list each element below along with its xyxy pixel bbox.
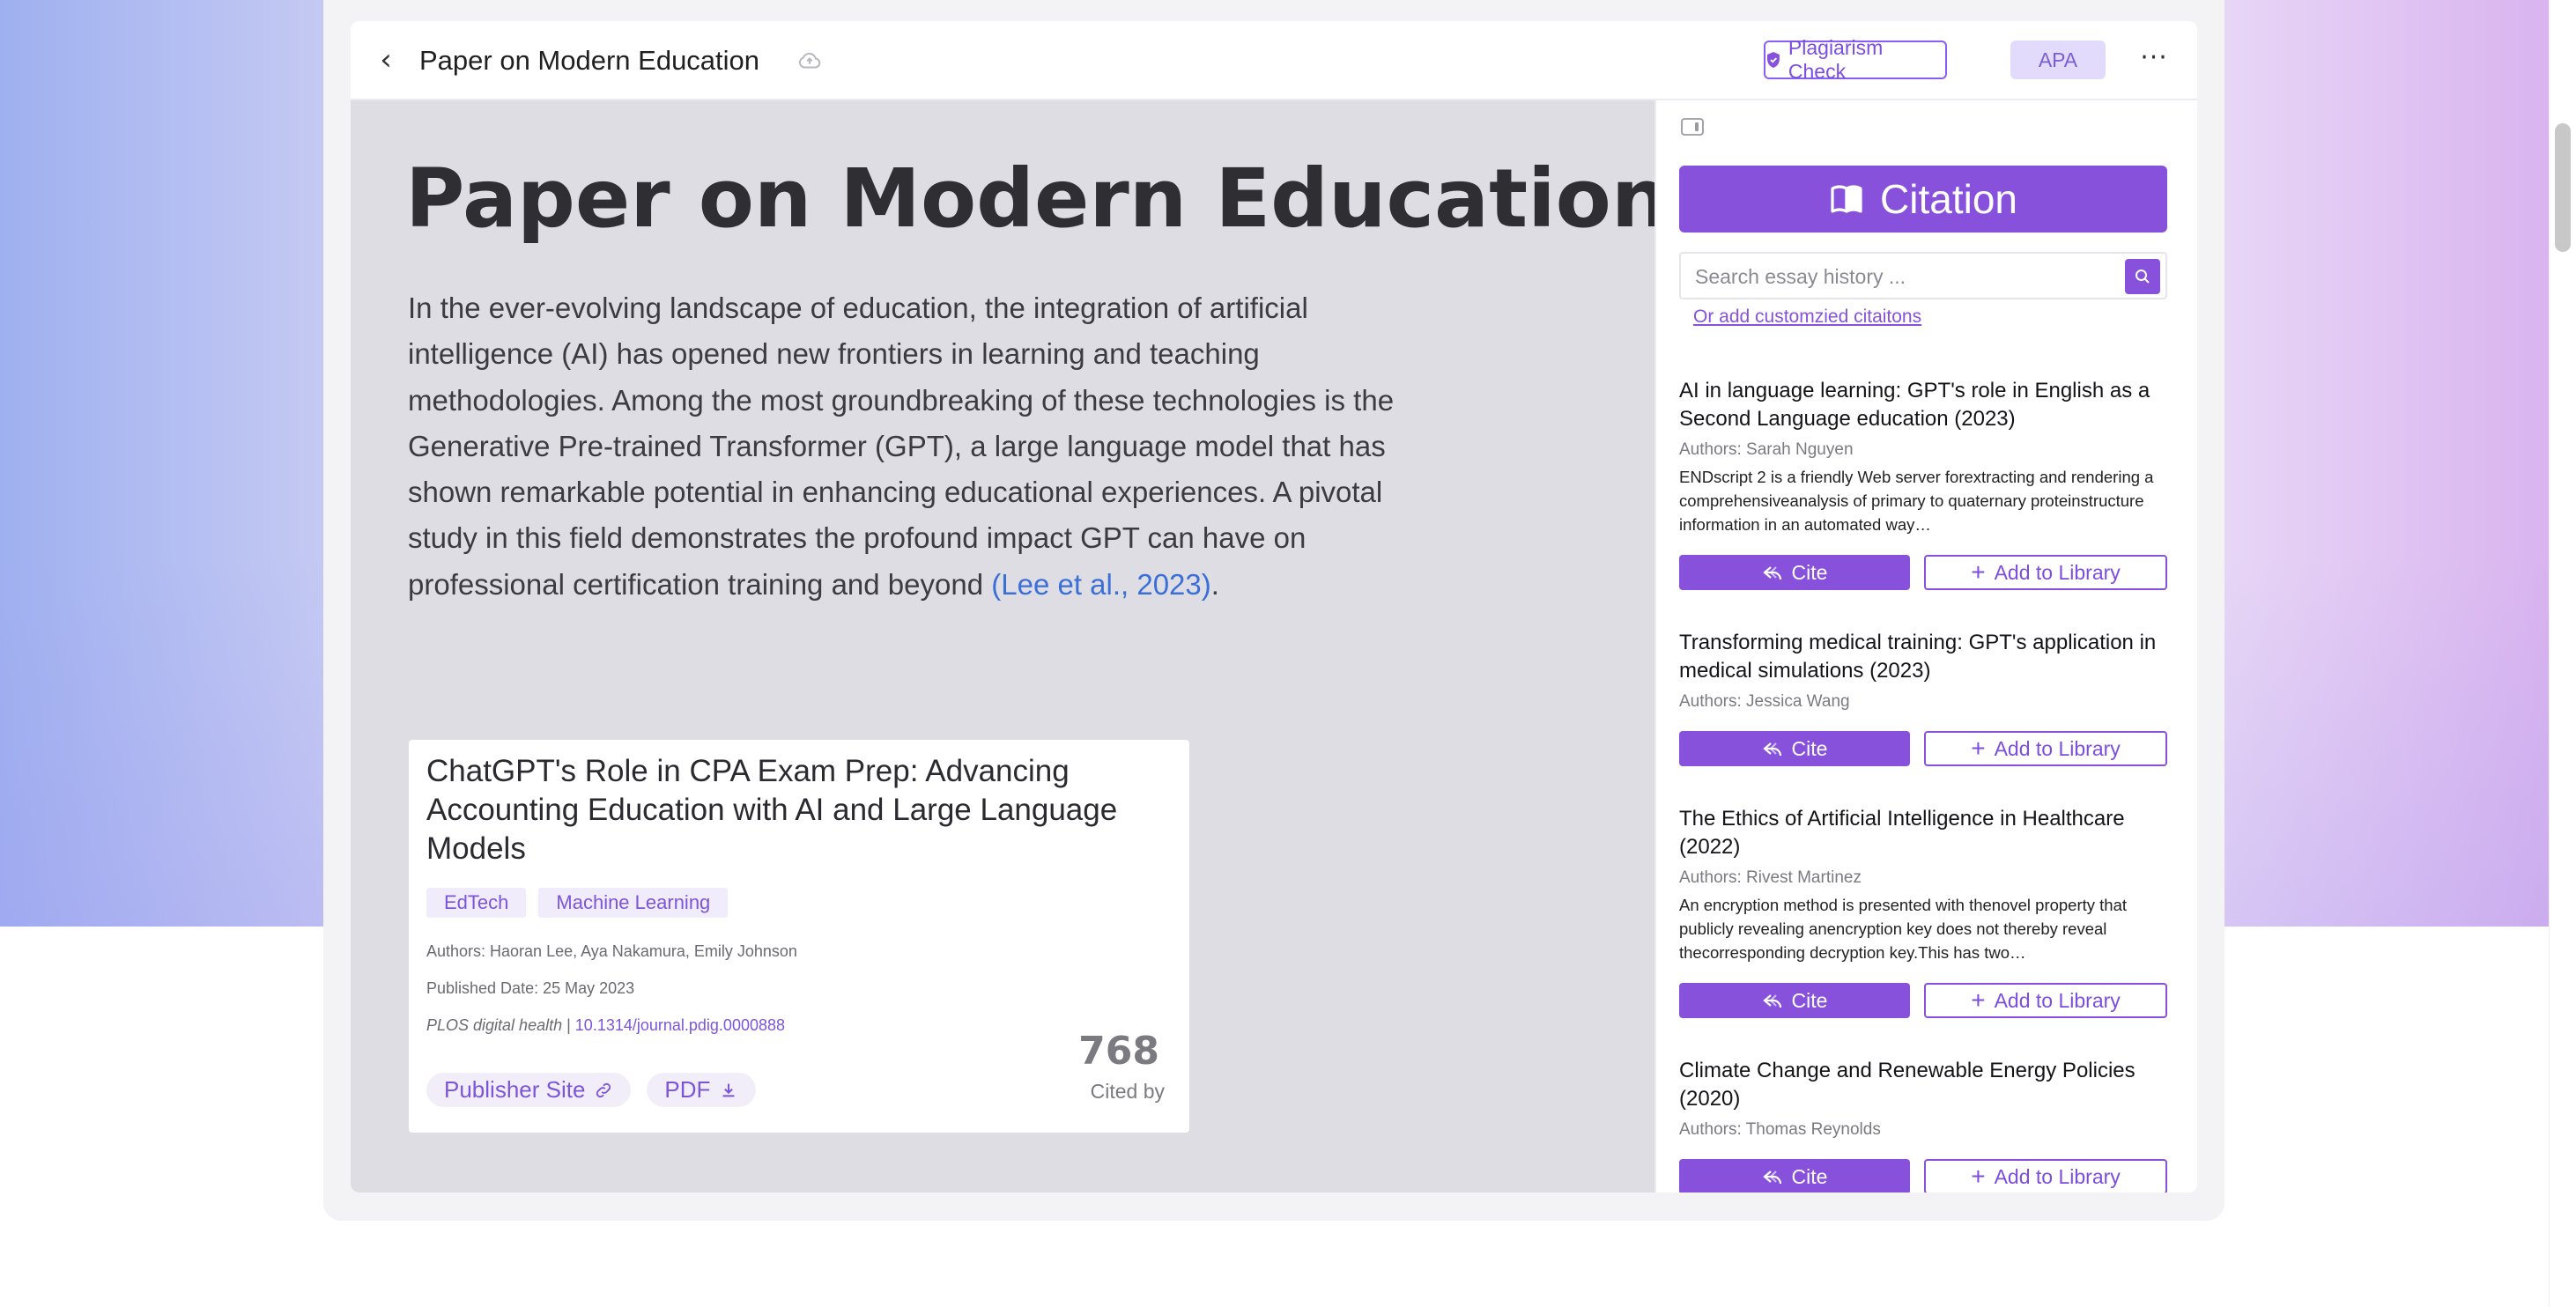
citation-item: Transforming medical training: GPT's app…	[1679, 629, 2169, 712]
cited-by-label: Cited by	[1090, 1080, 1165, 1103]
citation-button[interactable]: Citation	[1679, 166, 2167, 233]
publisher-site-label: Publisher Site	[444, 1076, 586, 1103]
plus-icon: +	[1971, 558, 1986, 586]
pdf-label: PDF	[664, 1076, 711, 1103]
citation-item-authors: Authors: Jessica Wang	[1679, 692, 1850, 711]
book-icon	[1831, 185, 1862, 213]
citation-label: Citation	[1880, 176, 2017, 222]
quote-arrow-icon	[1762, 566, 1781, 580]
add-to-library-label: Add to Library	[1994, 560, 2121, 584]
citation-item-authors: Authors: Sarah Nguyen	[1679, 440, 1854, 459]
citation-item: AI in language learning: GPT's role in E…	[1679, 377, 2169, 536]
plus-icon: +	[1971, 1163, 1986, 1190]
add-to-library-button[interactable]: + Add to Library	[1924, 983, 2167, 1018]
essay-search-box	[1679, 252, 2167, 299]
plagiarism-check-button[interactable]: Plagiarism Check	[1764, 36, 1947, 83]
citation-item-title[interactable]: Transforming medical training: GPT's app…	[1679, 629, 2169, 685]
citation-item-actions: Cite + Add to Library	[1679, 555, 2167, 590]
citation-item-title[interactable]: The Ethics of Artificial Intelligence in…	[1679, 805, 2169, 861]
citation-item: Climate Change and Renewable Energy Poli…	[1679, 1057, 2169, 1140]
paragraph-text: In the ever-evolving landscape of educat…	[408, 292, 1395, 601]
plus-icon: +	[1971, 986, 1986, 1014]
document-title: Paper on Modern Education	[419, 45, 760, 76]
citation-item: The Ethics of Artificial Intelligence in…	[1679, 805, 2169, 964]
add-to-library-button[interactable]: + Add to Library	[1924, 731, 2167, 766]
cite-button[interactable]: Cite	[1679, 1159, 1910, 1193]
paper-published-date: Published Date: 25 May 2023	[426, 979, 635, 997]
plus-icon: +	[1971, 735, 1986, 762]
pdf-download-button[interactable]: PDF	[647, 1073, 757, 1107]
plagiarism-check-label: Plagiarism Check	[1788, 36, 1884, 83]
cite-button[interactable]: Cite	[1679, 555, 1910, 590]
paper-paragraph[interactable]: In the ever-evolving landscape of educat…	[408, 285, 1430, 608]
editor-canvas[interactable]: Paper on Modern Education In the ever-ev…	[351, 100, 1669, 1193]
paper-card-title[interactable]: ChatGPT's Role in CPA Exam Prep: Advanci…	[426, 752, 1184, 868]
add-to-library-button[interactable]: + Add to Library	[1924, 555, 2167, 590]
add-custom-citation-link[interactable]: Or add customzied citaitons	[1693, 306, 1921, 328]
citation-item-description: ENDscript 2 is a friendly Web server for…	[1679, 468, 2154, 534]
publisher-site-button[interactable]: Publisher Site	[426, 1073, 632, 1107]
add-to-library-button[interactable]: + Add to Library	[1924, 1159, 2167, 1193]
citation-item-actions: Cite + Add to Library	[1679, 1159, 2167, 1193]
cite-label: Cite	[1791, 560, 1828, 584]
journal-separator: |	[562, 1016, 575, 1034]
tag-edtech[interactable]: EdTech	[426, 888, 527, 918]
cloud-icon	[798, 52, 821, 69]
cited-count: 768	[1078, 1029, 1159, 1074]
inline-citation-link[interactable]: (Lee et al., 2023)	[991, 568, 1211, 601]
add-to-library-label: Add to Library	[1994, 736, 2121, 760]
add-to-library-label: Add to Library	[1994, 988, 2121, 1012]
page-scrollbar[interactable]	[2549, 0, 2576, 1307]
paper-journal-line: PLOS digital health | 10.1314/journal.pd…	[426, 1016, 785, 1035]
doi-link[interactable]: 10.1314/journal.pdig.0000888	[575, 1016, 785, 1034]
citation-item-actions: Cite + Add to Library	[1679, 983, 2167, 1018]
cite-button[interactable]: Cite	[1679, 983, 1910, 1018]
quote-arrow-icon	[1762, 742, 1781, 757]
cite-label: Cite	[1791, 988, 1828, 1012]
paper-preview-card: ChatGPT's Role in CPA Exam Prep: Advanci…	[409, 740, 1189, 1133]
paper-tags: EdTech Machine Learning	[426, 888, 729, 918]
scrollbar-thumb[interactable]	[2555, 123, 2571, 252]
citation-item-authors: Authors: Thomas Reynolds	[1679, 1120, 1881, 1139]
essay-search-input[interactable]	[1693, 261, 2111, 292]
editor-window: ‹ Paper on Modern Education Plagiarism C…	[351, 21, 2197, 1193]
cite-label: Cite	[1791, 1164, 1828, 1188]
download-icon	[723, 1083, 735, 1097]
citation-item-authors: Authors: Rivest Martinez	[1679, 868, 1862, 887]
journal-name: PLOS digital health	[426, 1016, 563, 1034]
tag-machine-learning[interactable]: Machine Learning	[538, 888, 729, 918]
search-icon	[2136, 270, 2150, 284]
citation-item-title[interactable]: Climate Change and Renewable Energy Poli…	[1679, 1057, 2169, 1113]
cite-label: Cite	[1791, 736, 1828, 760]
shield-icon	[1766, 52, 1780, 68]
citation-panel: Citation Or add customzied citaitons AI …	[1654, 100, 2197, 1193]
top-bar: ‹ Paper on Modern Education Plagiarism C…	[351, 21, 2197, 100]
citation-item-actions: Cite + Add to Library	[1679, 731, 2167, 766]
paragraph-end: .	[1210, 567, 1219, 601]
quote-arrow-icon	[1762, 1170, 1781, 1185]
paper-heading[interactable]: Paper on Modern Education	[405, 151, 1669, 246]
search-button[interactable]	[2125, 259, 2160, 294]
citation-item-description: An encryption method is presented with t…	[1679, 896, 2128, 962]
cite-button[interactable]: Cite	[1679, 731, 1910, 766]
panel-toggle-icon[interactable]	[1681, 118, 1704, 136]
paper-authors: Authors: Haoran Lee, Aya Nakamura, Emily…	[426, 942, 797, 960]
add-to-library-label: Add to Library	[1994, 1164, 2121, 1188]
citation-style-button[interactable]: APA	[2010, 41, 2106, 79]
quote-arrow-icon	[1762, 994, 1781, 1008]
chevron-left-icon[interactable]: ‹	[370, 44, 402, 76]
more-icon[interactable]: ···	[2136, 41, 2173, 79]
link-icon	[596, 1082, 611, 1097]
paper-actions: Publisher Site PDF	[426, 1073, 757, 1107]
citation-item-title[interactable]: AI in language learning: GPT's role in E…	[1679, 377, 2169, 433]
